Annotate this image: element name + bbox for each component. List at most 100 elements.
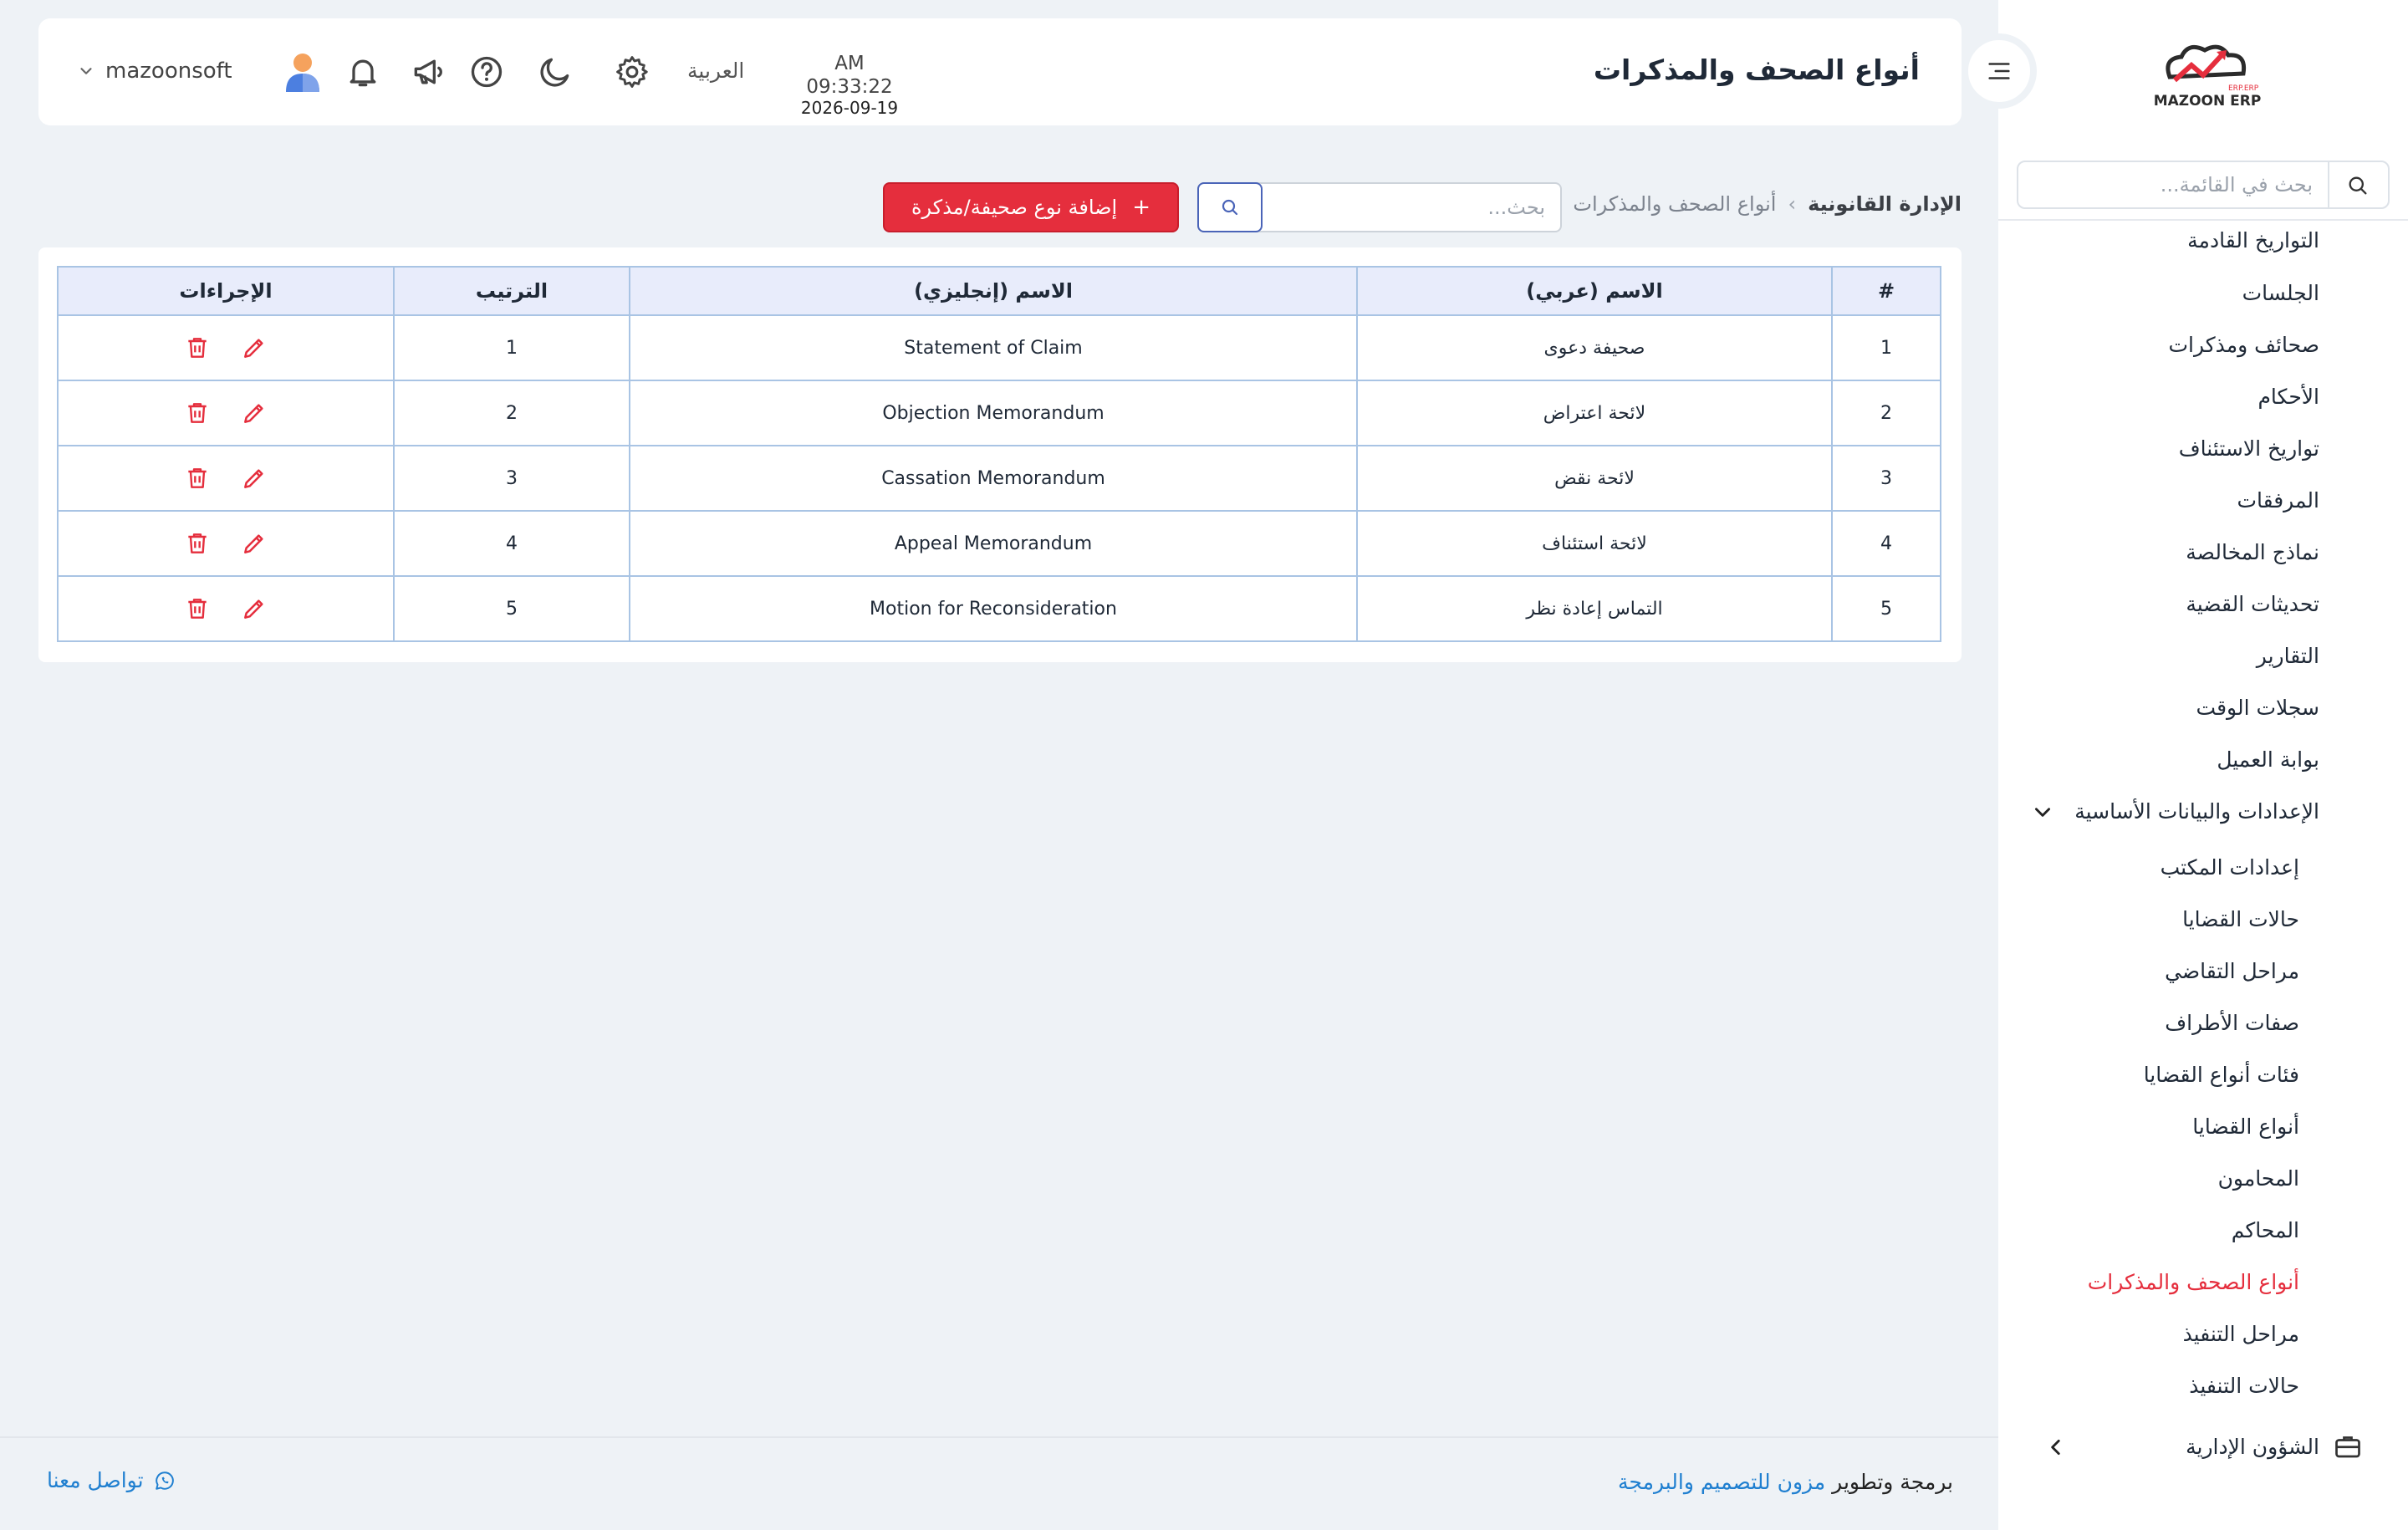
cell-name-en: Objection Memorandum — [629, 380, 1358, 446]
row-actions — [59, 465, 393, 492]
cell-number: 1 — [1831, 314, 1941, 381]
breadcrumb-current: أنواع الصحف والمذكرات — [1573, 192, 1777, 216]
language-switch[interactable]: العربية — [687, 59, 744, 83]
table-row: 1 صحيفة دعوى Statement of Claim 1 — [57, 314, 1941, 381]
help-icon[interactable] — [468, 54, 505, 90]
search-button[interactable] — [1197, 182, 1263, 232]
table-row: 4 لائحة استئناف Appeal Memorandum 4 — [57, 510, 1941, 577]
sidebar-item-sessions[interactable]: الجلسات — [2242, 279, 2319, 308]
whatsapp-icon — [155, 1471, 174, 1490]
cell-name-ar: لائحة استئناف — [1356, 510, 1833, 577]
delete-icon[interactable] — [184, 465, 211, 492]
contact-us-link[interactable]: تواصل معنا — [47, 1468, 176, 1492]
svg-text:ERP.ERP: ERP.ERP — [2228, 84, 2259, 93]
chevron-down-icon — [80, 68, 92, 74]
megaphone-icon[interactable] — [410, 54, 446, 90]
breadcrumb: الإدارة القانونية › أنواع الصحف والمذكرات — [1573, 192, 1962, 216]
cell-number: 5 — [1831, 575, 1941, 642]
cell-order: 3 — [393, 445, 630, 512]
search-icon — [1222, 199, 1238, 216]
breadcrumb-root[interactable]: الإدارة القانونية — [1808, 192, 1962, 216]
moon-icon[interactable] — [537, 54, 574, 90]
sidebar-item-clearance-forms[interactable]: نماذج المخالصة — [2186, 538, 2319, 567]
edit-icon[interactable] — [241, 334, 268, 361]
footer-credit: برمجة وتطوير مزون للتصميم والبرمجة — [1618, 1470, 1953, 1494]
mazoon-erp-logo[interactable]: ERP.ERP MAZOON ERP — [2145, 33, 2270, 117]
footer-company-link[interactable]: مزون للتصميم والبرمجة — [1618, 1470, 1825, 1494]
sidebar-item-appeal-dates[interactable]: تواريخ الاستئناف — [2179, 435, 2319, 463]
sidebar-subitem-party-roles[interactable]: صفات الأطراف — [2165, 1009, 2299, 1038]
sidebar-subitem-execution-statuses[interactable]: حالات التنفيذ — [2189, 1372, 2299, 1400]
top-header: أنواع الصحف والمذكرات AM 09:33:22 2026-0… — [38, 18, 1962, 125]
username: mazoonsoft — [105, 59, 232, 84]
delete-icon[interactable] — [184, 530, 211, 557]
chevron-down-icon[interactable] — [2032, 801, 2053, 823]
table-row: 5 التماس إعادة نظر Motion for Reconsider… — [57, 575, 1941, 642]
search-icon[interactable] — [2346, 174, 2370, 197]
sidebar-item-upcoming-dates[interactable]: التواريخ القادمة — [2187, 227, 2319, 255]
logo-graphic: ERP.ERP MAZOON ERP — [2154, 44, 2262, 110]
cell-order: 1 — [393, 314, 630, 381]
sidebar-item-attachments[interactable]: المرفقات — [2237, 487, 2319, 515]
row-actions — [59, 530, 393, 557]
bell-icon[interactable] — [344, 54, 381, 90]
delete-icon[interactable] — [184, 334, 211, 361]
sidebar-subitem-lawyers[interactable]: المحامون — [2218, 1165, 2299, 1193]
footer-credit-prefix: برمجة وتطوير — [1832, 1470, 1953, 1494]
briefcase-icon — [2335, 1436, 2360, 1458]
sidebar-subitem-case-types[interactable]: أنواع القضايا — [2192, 1113, 2299, 1141]
cell-name-ar: لائحة نقض — [1356, 445, 1833, 512]
cell-actions — [57, 575, 395, 642]
plus-icon: + — [1132, 195, 1151, 220]
sidebar-item-pleadings[interactable]: صحائف ومذكرات — [2168, 331, 2319, 360]
footer-divider — [0, 1436, 1998, 1438]
sidebar-item-reports[interactable]: التقارير — [2257, 642, 2319, 671]
sidebar-subitem-courts[interactable]: المحاكم — [2232, 1216, 2299, 1245]
col-header-order: الترتيب — [393, 266, 630, 316]
sidebar-item-judgments[interactable]: الأحكام — [2258, 383, 2319, 411]
cell-order: 4 — [393, 510, 630, 577]
col-header-name-en: الاسم (إنجليزي) — [629, 266, 1358, 316]
sidebar-subitem-case-type-categories[interactable]: فئات أنواع القضايا — [2144, 1061, 2299, 1089]
sidebar-search-input[interactable] — [2037, 162, 2313, 207]
cell-actions — [57, 314, 395, 381]
cell-name-ar: صحيفة دعوى — [1356, 314, 1833, 381]
cell-actions — [57, 445, 395, 512]
chevron-left-icon[interactable] — [2045, 1436, 2067, 1458]
sidebar-subitem-case-statuses[interactable]: حالات القضايا — [2182, 905, 2299, 934]
gear-icon[interactable] — [614, 54, 650, 90]
add-pleading-type-button[interactable]: + إضافة نوع صحيفة/مذكرة — [883, 182, 1179, 232]
sidebar-subitem-office-settings[interactable]: إعدادات المكتب — [2161, 854, 2299, 882]
cell-order: 5 — [393, 575, 630, 642]
sidebar-subitem-execution-stages[interactable]: مراحل التنفيذ — [2183, 1320, 2299, 1349]
sidebar-item-settings[interactable]: الإعدادات والبيانات الأساسية — [2074, 798, 2319, 826]
cell-number: 4 — [1831, 510, 1941, 577]
sidebar-item-administration[interactable]: الشؤون الإدارية — [2186, 1433, 2319, 1461]
row-actions — [59, 334, 393, 361]
svg-text:MAZOON ERP: MAZOON ERP — [2154, 93, 2262, 110]
delete-icon[interactable] — [184, 400, 211, 426]
edit-icon[interactable] — [241, 530, 268, 557]
cell-actions — [57, 510, 395, 577]
cell-number: 2 — [1831, 380, 1941, 446]
sidebar-item-client-portal[interactable]: بوابة العميل — [2217, 746, 2319, 774]
edit-icon[interactable] — [241, 465, 268, 492]
sidebar-subitem-litigation-stages[interactable]: مراحل التقاضي — [2165, 957, 2299, 986]
sidebar-item-case-updates[interactable]: تحديثات القضية — [2186, 590, 2319, 619]
clock-date: 2026-09-19 — [800, 98, 899, 118]
sidebar-item-time-logs[interactable]: سجلات الوقت — [2196, 694, 2319, 722]
cell-name-ar: التماس إعادة نظر — [1356, 575, 1833, 642]
sidebar-divider — [1998, 219, 2408, 221]
clock-time: AM 09:33:22 — [806, 53, 893, 98]
sidebar-search — [2017, 161, 2390, 209]
edit-icon[interactable] — [241, 595, 268, 622]
sidebar-subitem-pleading-types[interactable]: أنواع الصحف والمذكرات — [2088, 1268, 2299, 1297]
sidebar-toggle-button[interactable] — [1962, 33, 2037, 109]
table-row: 3 لائحة نقض Cassation Memorandum 3 — [57, 445, 1941, 512]
edit-icon[interactable] — [241, 400, 268, 426]
delete-icon[interactable] — [184, 595, 211, 622]
search-input[interactable] — [1261, 184, 1545, 231]
table-search — [1197, 182, 1562, 232]
user-menu[interactable]: mazoonsoft — [77, 48, 336, 95]
cell-name-en: Motion for Reconsideration — [629, 575, 1358, 642]
